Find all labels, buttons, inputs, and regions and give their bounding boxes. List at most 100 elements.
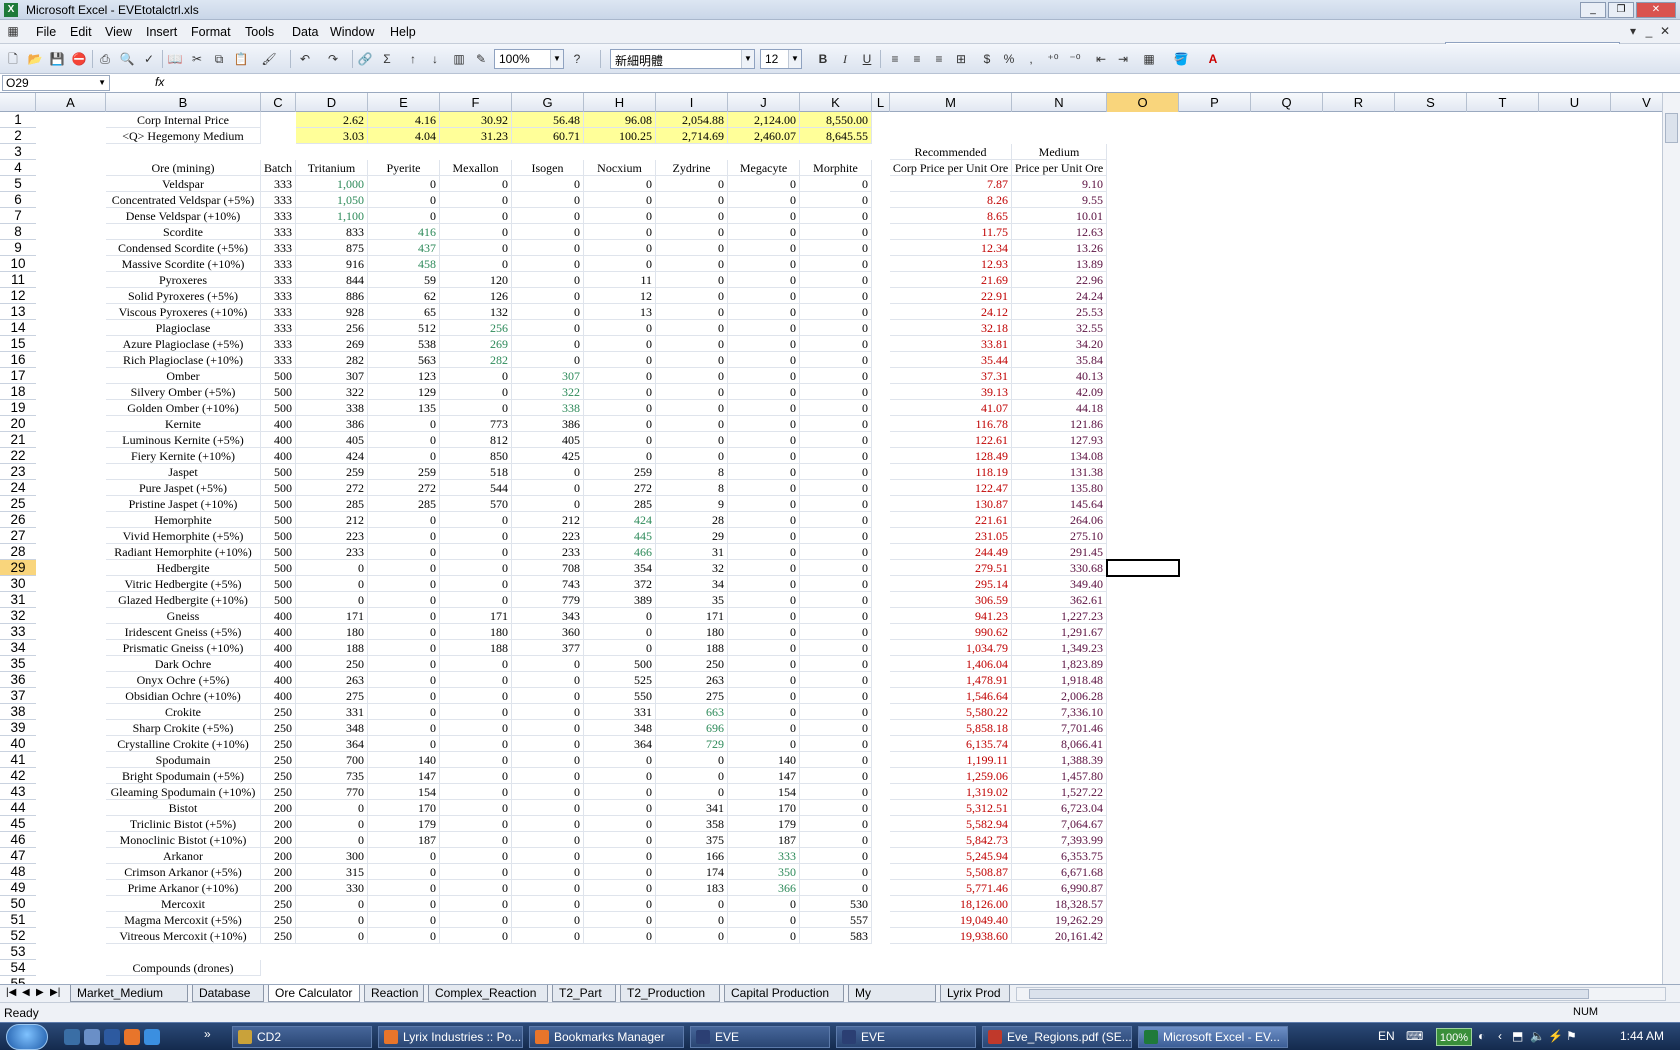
mineral-cell[interactable]: 0 — [728, 336, 800, 352]
medium-price-cell[interactable]: 6,723.04 — [1012, 800, 1107, 816]
price-cell[interactable]: 2,714.69 — [656, 128, 728, 144]
corp-price-cell[interactable]: 231.05 — [890, 528, 1012, 544]
row-header[interactable]: 42 — [0, 768, 36, 784]
row-header[interactable]: 27 — [0, 528, 36, 544]
batch-cell[interactable]: 333 — [261, 272, 296, 288]
price-cell[interactable]: 8,550.00 — [800, 112, 872, 128]
medium-price-cell[interactable]: 127.93 — [1012, 432, 1107, 448]
zoom-select[interactable]: 100% ▼ — [494, 49, 564, 69]
mineral-cell[interactable]: 0 — [800, 848, 872, 864]
batch-cell[interactable]: 333 — [261, 320, 296, 336]
close-button[interactable]: ✕ — [1636, 2, 1676, 18]
ore-name-cell[interactable]: Sharp Crokite (+5%) — [106, 720, 261, 736]
price-cell[interactable]: 30.92 — [440, 112, 512, 128]
mineral-cell[interactable]: 358 — [656, 816, 728, 832]
batch-cell[interactable]: 500 — [261, 560, 296, 576]
mineral-cell[interactable]: 275 — [296, 688, 368, 704]
mineral-cell[interactable]: 770 — [296, 784, 368, 800]
mineral-cell[interactable]: 0 — [728, 464, 800, 480]
ore-name-cell[interactable]: Veldspar — [106, 176, 261, 192]
column-header[interactable]: M — [890, 93, 1012, 112]
mineral-cell[interactable]: 212 — [296, 512, 368, 528]
mineral-cell[interactable]: 0 — [800, 464, 872, 480]
mineral-cell[interactable]: 0 — [800, 416, 872, 432]
start-button[interactable] — [6, 1024, 48, 1050]
cut-icon[interactable]: ✂ — [188, 50, 206, 68]
medium-price-cell[interactable]: 145.64 — [1012, 496, 1107, 512]
mineral-cell[interactable]: 0 — [800, 624, 872, 640]
batch-cell[interactable]: 250 — [261, 928, 296, 944]
batch-cell[interactable]: 333 — [261, 224, 296, 240]
row-header[interactable]: 4 — [0, 160, 36, 176]
next-sheet-icon[interactable]: ▶ — [36, 987, 44, 998]
corp-price-cell[interactable]: 1,478.91 — [890, 672, 1012, 688]
row-header[interactable]: 25 — [0, 496, 36, 512]
mineral-cell[interactable]: 183 — [656, 880, 728, 896]
mineral-cell[interactable]: 0 — [368, 928, 440, 944]
batch-cell[interactable]: 400 — [261, 656, 296, 672]
sheet-tab[interactable]: T2_Production — [620, 985, 720, 1002]
column-header[interactable]: C — [261, 93, 296, 112]
medium-price-cell[interactable]: 32.55 — [1012, 320, 1107, 336]
column-header[interactable]: V — [1611, 93, 1662, 112]
ore-name-cell[interactable]: Monoclinic Bistot (+10%) — [106, 832, 261, 848]
mineral-cell[interactable]: 0 — [728, 448, 800, 464]
ore-name-cell[interactable]: Solid Pyroxeres (+5%) — [106, 288, 261, 304]
mineral-cell[interactable]: 135 — [368, 400, 440, 416]
explorer-icon[interactable] — [104, 1029, 120, 1045]
corp-price-cell[interactable]: 5,312.51 — [890, 800, 1012, 816]
fill-color-icon[interactable]: 🪣 — [1172, 50, 1190, 68]
medium-price-cell[interactable]: 10.01 — [1012, 208, 1107, 224]
row-header[interactable]: 6 — [0, 192, 36, 208]
row-header[interactable]: 44 — [0, 800, 36, 816]
corp-price-cell[interactable]: 5,858.18 — [890, 720, 1012, 736]
mineral-cell[interactable]: 696 — [656, 720, 728, 736]
mineral-cell[interactable]: 0 — [296, 576, 368, 592]
row-header[interactable]: 45 — [0, 816, 36, 832]
batch-cell[interactable]: 400 — [261, 640, 296, 656]
mineral-cell[interactable]: 0 — [512, 832, 584, 848]
medium-price-cell[interactable]: 19,262.29 — [1012, 912, 1107, 928]
chevron-right-icon[interactable]: » — [204, 1027, 211, 1041]
mineral-cell[interactable]: 233 — [512, 544, 584, 560]
taskbar-item[interactable]: Microsoft Excel - EV... — [1138, 1026, 1288, 1048]
corp-price-cell[interactable]: 128.49 — [890, 448, 1012, 464]
mineral-cell[interactable]: 0 — [512, 288, 584, 304]
row-header[interactable]: 3 — [0, 144, 36, 160]
mineral-cell[interactable]: 272 — [584, 480, 656, 496]
row-header[interactable]: 19 — [0, 400, 36, 416]
medium-price-cell[interactable]: 349.40 — [1012, 576, 1107, 592]
batch-cell[interactable]: 333 — [261, 240, 296, 256]
medium-price-cell[interactable]: 7,336.10 — [1012, 704, 1107, 720]
name-box[interactable]: O29 ▼ — [2, 75, 110, 91]
mineral-cell[interactable]: 0 — [800, 448, 872, 464]
mineral-cell[interactable]: 0 — [440, 592, 512, 608]
ore-name-cell[interactable]: Concentrated Veldspar (+5%) — [106, 192, 261, 208]
medium-price-cell[interactable]: 24.24 — [1012, 288, 1107, 304]
mineral-cell[interactable]: 0 — [440, 720, 512, 736]
mineral-cell[interactable]: 0 — [512, 352, 584, 368]
last-sheet-icon[interactable]: ▶| — [50, 987, 60, 998]
mineral-cell[interactable]: 0 — [728, 560, 800, 576]
mineral-cell[interactable]: 0 — [440, 544, 512, 560]
mineral-cell[interactable]: 844 — [296, 272, 368, 288]
mineral-cell[interactable]: 405 — [512, 432, 584, 448]
mineral-cell[interactable]: 0 — [440, 576, 512, 592]
mineral-cell[interactable]: 0 — [368, 640, 440, 656]
medium-price-cell[interactable]: 44.18 — [1012, 400, 1107, 416]
medium-price-cell[interactable]: 6,990.87 — [1012, 880, 1107, 896]
vertical-scrollbar[interactable] — [1662, 93, 1680, 984]
row-header[interactable]: 54 — [0, 960, 36, 976]
row-header[interactable]: 50 — [0, 896, 36, 912]
mineral-cell[interactable]: 0 — [512, 496, 584, 512]
increase-indent-icon[interactable]: ⇥ — [1114, 50, 1132, 68]
ore-name-cell[interactable]: Scordite — [106, 224, 261, 240]
header-cell[interactable]: Medium — [1012, 144, 1107, 160]
batch-cell[interactable]: 333 — [261, 256, 296, 272]
medium-price-cell[interactable]: 1,349.23 — [1012, 640, 1107, 656]
ore-name-cell[interactable]: Crimson Arkanor (+5%) — [106, 864, 261, 880]
batch-cell[interactable]: 500 — [261, 384, 296, 400]
sheet-tab[interactable]: Capital Production — [724, 985, 844, 1002]
mineral-cell[interactable]: 0 — [800, 320, 872, 336]
minimize-button[interactable]: _ — [1580, 2, 1606, 18]
